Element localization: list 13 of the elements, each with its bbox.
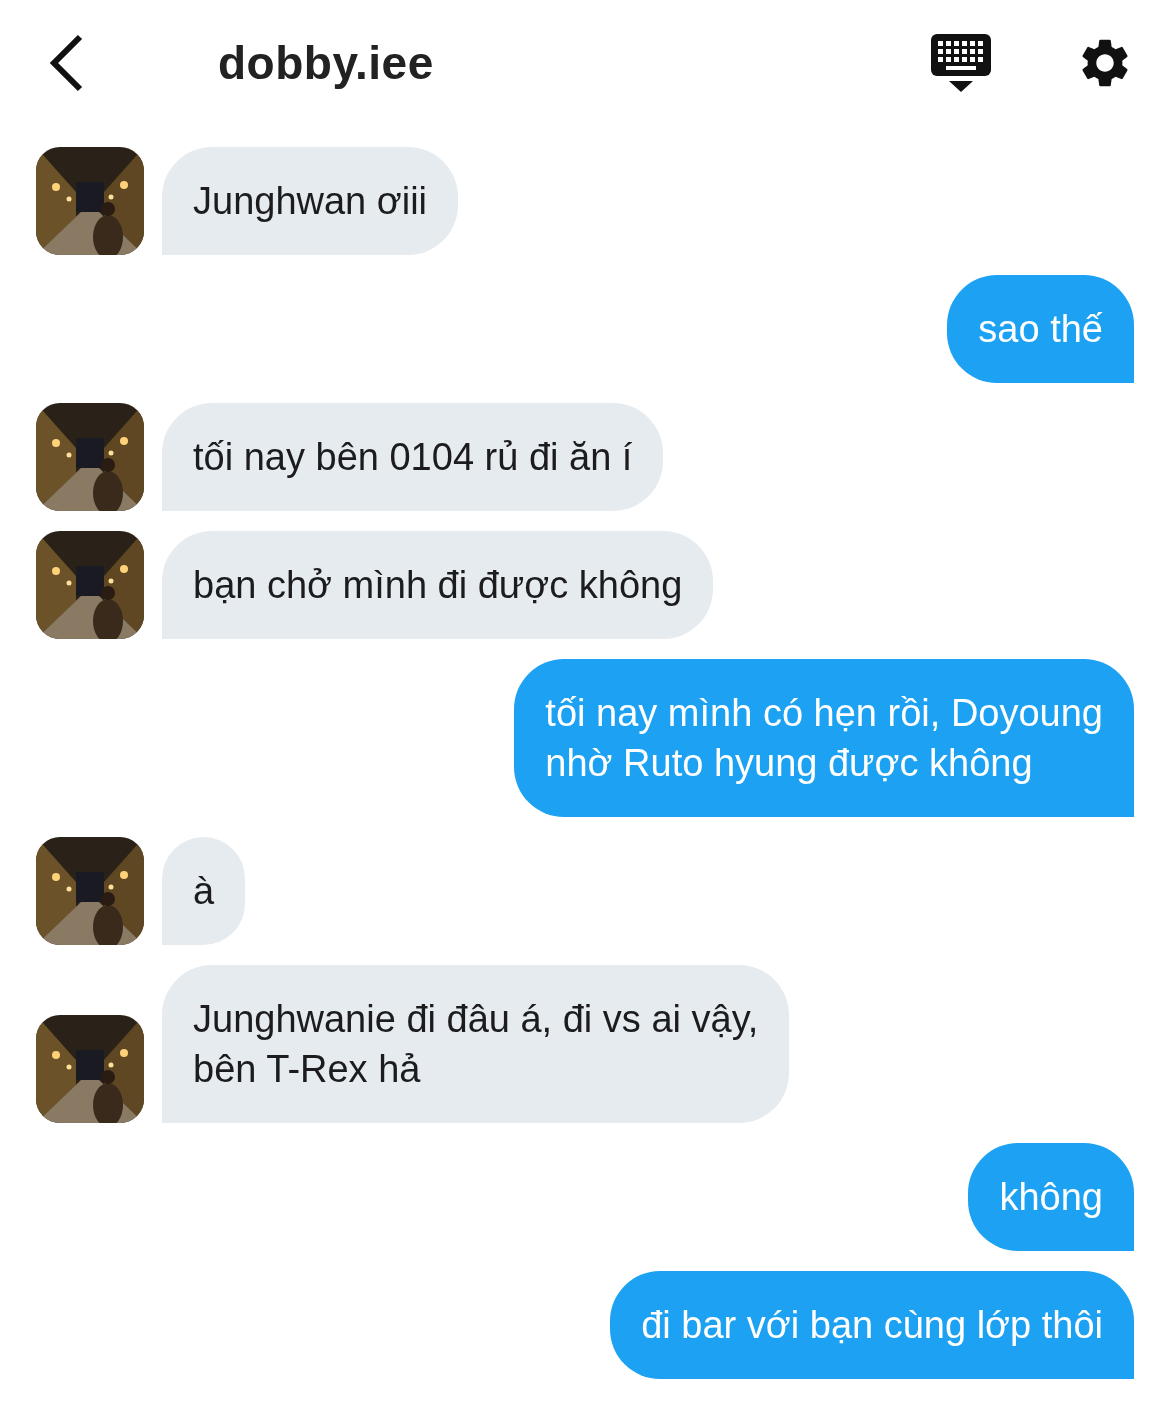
message-bubble: đi bar với bạn cùng lớp thôi — [610, 1271, 1134, 1379]
back-icon — [48, 33, 84, 92]
message-bubble: Junghwanie đi đâu á, đi vs ai vậy, bên T-Rex hả — [162, 965, 790, 1123]
message-bubble: sao thế — [947, 275, 1134, 383]
message-bubble: tối nay mình có hẹn rồi, Doyoung nhờ Ruto hyung được không — [514, 659, 1134, 817]
message-bubble: không — [968, 1143, 1134, 1251]
message-bubble: Junghwan ơiii — [162, 147, 459, 255]
message-bubble: tối nay bên 0104 rủ đi ăn í — [162, 403, 664, 511]
keyboard-button[interactable] — [930, 31, 992, 94]
chat-title: dobby.iee — [218, 35, 435, 90]
keyboard-icon — [930, 31, 992, 94]
message-bubble: à — [162, 837, 246, 945]
message-bubble: bạn chở mình đi được không — [162, 531, 714, 639]
